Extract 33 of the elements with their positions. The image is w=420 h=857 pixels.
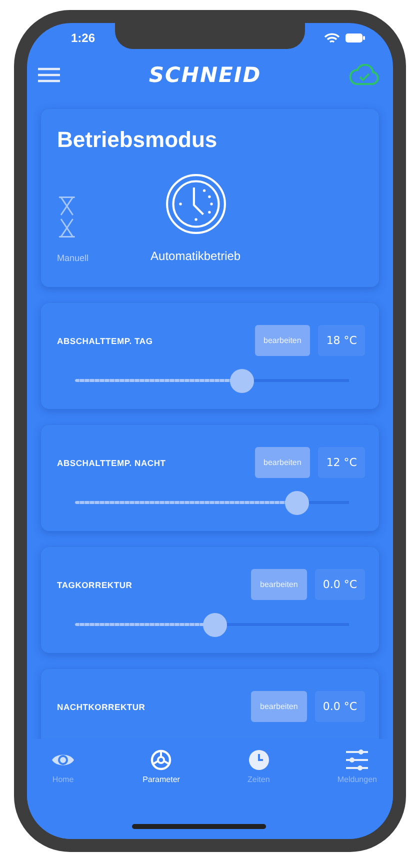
logo-text: SCHNEID [148, 63, 262, 87]
clock-icon [164, 173, 227, 235]
menu-icon[interactable] [37, 67, 61, 83]
tab-item[interactable]: Zeiten [248, 749, 270, 784]
clock-icon [248, 749, 270, 771]
edit-button[interactable]: bearbeiten [251, 569, 307, 600]
value-display: 12 °C [318, 447, 365, 478]
mode-option[interactable]: Automatikbetrieb [150, 173, 241, 263]
value-display: 0.0 °C [314, 569, 365, 600]
edit-button[interactable]: bearbeiten [251, 691, 307, 722]
battery-icon [345, 33, 365, 43]
parameter-label: ABSCHALTTEMP. TAG [57, 336, 154, 346]
mode-option[interactable]: Manuell [57, 195, 89, 263]
edit-button[interactable]: bearbeiten [254, 447, 310, 478]
hourglass-icon [57, 195, 77, 239]
slider-thumb[interactable] [284, 491, 309, 515]
status-time: 1:26 [71, 31, 96, 45]
parameter-label: NACHTKORREKTUR [57, 702, 146, 712]
edit-button[interactable]: bearbeiten [254, 325, 310, 356]
cloud-check-icon[interactable] [349, 64, 379, 86]
slider-thumb[interactable] [230, 369, 254, 393]
wifi-icon [324, 32, 340, 44]
parameter-label: TAGKORREKTUR [57, 580, 134, 590]
tab-item[interactable]: Parameter [142, 749, 180, 784]
slider-thumb[interactable] [202, 613, 227, 637]
card-title: Betriebsmodus [57, 127, 218, 153]
sliders-icon [345, 749, 370, 771]
parameter-label: ABSCHALTTEMP. NACHT [57, 458, 167, 468]
tab-item[interactable]: Home [51, 749, 75, 784]
tab-item[interactable]: Meldungen [337, 749, 377, 784]
value-display: 18 °C [318, 325, 365, 356]
value-display: 0.0 °C [314, 691, 365, 722]
gear-icon [150, 749, 172, 771]
